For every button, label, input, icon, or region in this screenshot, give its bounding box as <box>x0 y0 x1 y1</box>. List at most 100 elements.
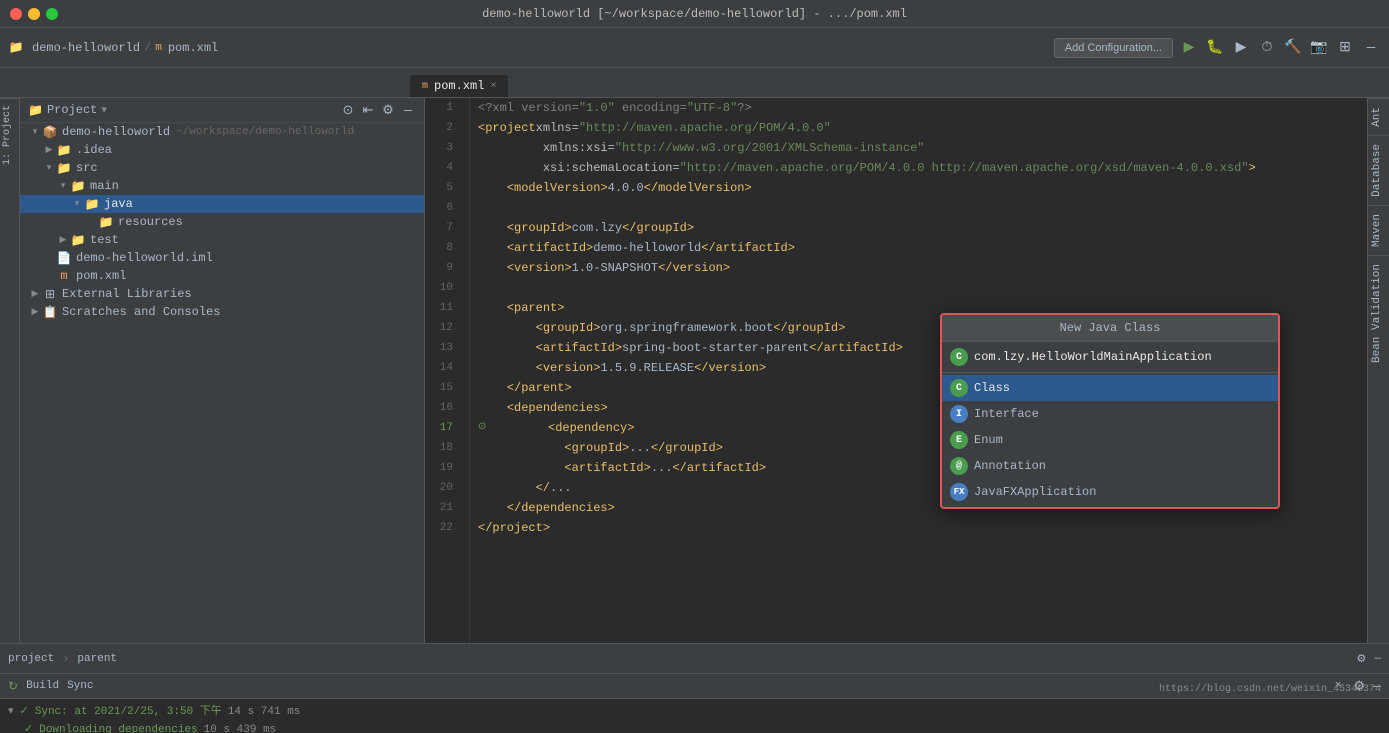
tree-label-root: demo-helloworld <box>62 125 170 139</box>
coverage-icon[interactable]: ▶ <box>1231 38 1251 58</box>
right-sidebar: Ant Database Maven Bean Validation <box>1367 98 1389 643</box>
build-item-2: ✓ Downloading dependencies 10 s 439 ms <box>8 721 1381 733</box>
status-breadcrumb-project: project <box>8 653 54 665</box>
layout-icon[interactable]: ⊞ <box>1335 38 1355 58</box>
right-tab-database[interactable]: Database <box>1368 135 1389 205</box>
popup-item-annotation[interactable]: @ Annotation <box>942 453 1278 479</box>
project-icon: 📁 <box>8 40 24 56</box>
line-num-2: 2 <box>425 118 461 138</box>
class-label: Class <box>974 381 1010 395</box>
tab-pom-xml[interactable]: m pom.xml × <box>410 75 508 97</box>
resources-folder-icon: 📁 <box>98 214 114 230</box>
line-num-11: 11 <box>425 298 461 318</box>
tree-item-scratches[interactable]: ▶ 📋 Scratches and Consoles <box>20 303 424 321</box>
line-num-16: 16 <box>425 398 461 418</box>
popup-item-enum[interactable]: E Enum <box>942 427 1278 453</box>
minimize-icon[interactable]: — <box>1361 38 1381 58</box>
tree-item-test[interactable]: ▶ 📁 test <box>20 231 424 249</box>
interface-icon: I <box>950 405 968 423</box>
tree-item-iml[interactable]: ▶ 📄 demo-helloworld.iml <box>20 249 424 267</box>
arrow-main: ▾ <box>56 179 70 193</box>
tree-item-idea[interactable]: ▶ 📁 .idea <box>20 141 424 159</box>
run-icon[interactable]: ▶ <box>1179 38 1199 58</box>
settings-icon[interactable]: ⚙ <box>380 102 396 118</box>
fx-label: JavaFXApplication <box>974 485 1096 499</box>
tree-label-extlibs: External Libraries <box>62 287 192 301</box>
status-breadcrumb-parent: parent <box>77 653 117 665</box>
tree-item-extlibs[interactable]: ▶ ⊞ External Libraries <box>20 285 424 303</box>
bottom-panel-content: ▾ ✓ Sync: at 2021/2/25, 3:50 下午 14 s 741… <box>0 699 1389 733</box>
line-num-12: 12 <box>425 318 461 338</box>
sync-tab[interactable]: Sync <box>67 680 93 692</box>
tab-close-icon[interactable]: × <box>490 81 496 92</box>
popup-item-class[interactable]: C Class <box>942 375 1278 401</box>
hide-icon[interactable]: — <box>400 102 416 118</box>
breadcrumb-area: 📁 demo-helloworld / m pom.xml <box>8 40 1048 56</box>
sidebar-tools: ⊙ ⇤ ⚙ — <box>340 102 416 118</box>
tree-item-java[interactable]: ▾ 📁 java <box>20 195 424 213</box>
title-bar: demo-helloworld [~/workspace/demo-hellow… <box>0 0 1389 28</box>
add-config-button[interactable]: Add Configuration... <box>1054 38 1173 58</box>
right-tab-ant[interactable]: Ant <box>1368 98 1389 135</box>
main-layout: 1: Project 📁 Project ▾ ⊙ ⇤ ⚙ — ▾ 📦 demo-… <box>0 98 1389 643</box>
build-tab[interactable]: Build <box>26 680 59 692</box>
build-text-1: Sync: at 2021/2/25, 3:50 下午 <box>35 703 222 721</box>
main-folder-icon: 📁 <box>70 178 86 194</box>
line-num-17: 17 <box>425 418 461 438</box>
checkmark-2: ✓ <box>24 721 33 733</box>
status-gear-icon[interactable]: ⚙ <box>1357 652 1367 666</box>
editor-area: 1 2 3 4 5 6 7 8 9 10 11 12 13 14 15 16 1… <box>425 98 1367 643</box>
line-num-10: 10 <box>425 278 461 298</box>
minimize-button[interactable] <box>28 8 40 20</box>
code-line-8: <artifactId>demo-helloworld</artifactId> <box>478 238 1367 258</box>
tree-label-test: test <box>90 233 119 247</box>
build-text-2: Downloading dependencies <box>39 721 197 733</box>
line-num-18: 18 <box>425 438 461 458</box>
tree-item-resources[interactable]: ▶ 📁 resources <box>20 213 424 231</box>
sidebar-dropdown-arrow[interactable]: ▾ <box>101 103 107 117</box>
tree-item-root[interactable]: ▾ 📦 demo-helloworld ~/workspace/demo-hel… <box>20 123 424 141</box>
breadcrumb-file[interactable]: pom.xml <box>168 41 218 55</box>
pom-file-icon: m <box>56 268 72 284</box>
tree-label-iml: demo-helloworld.iml <box>76 251 213 265</box>
arrow-src: ▾ <box>42 161 56 175</box>
collapse-icon[interactable]: ⇤ <box>360 102 376 118</box>
debug-icon[interactable]: 🐛 <box>1205 38 1225 58</box>
sync-icon[interactable]: ⊙ <box>340 102 356 118</box>
breadcrumb-project[interactable]: demo-helloworld <box>32 41 140 55</box>
left-tab-project[interactable]: 1: Project <box>0 98 19 171</box>
status-minus-icon[interactable]: — <box>1374 653 1381 665</box>
right-tab-bean-validation[interactable]: Bean Validation <box>1368 255 1389 371</box>
tree-item-main[interactable]: ▾ 📁 main <box>20 177 424 195</box>
idea-folder-icon: 📁 <box>56 142 72 158</box>
tree-item-src[interactable]: ▾ 📁 src <box>20 159 424 177</box>
tree-label-scratches: Scratches and Consoles <box>62 305 220 319</box>
right-tab-maven[interactable]: Maven <box>1368 205 1389 255</box>
tree-item-pom[interactable]: ▶ m pom.xml <box>20 267 424 285</box>
scratches-icon: 📋 <box>42 304 58 320</box>
window-controls[interactable] <box>10 8 58 20</box>
watermark: https://blog.csdn.net/weixin_45345374 <box>1159 684 1381 695</box>
arrow-scratches: ▶ <box>28 305 42 319</box>
popup-item-fx[interactable]: FX JavaFXApplication <box>942 479 1278 505</box>
profile-icon[interactable]: ⏱ <box>1257 38 1277 58</box>
line-num-14: 14 <box>425 358 461 378</box>
tree-label-src: src <box>76 161 98 175</box>
close-button[interactable] <box>10 8 22 20</box>
camera-icon[interactable]: 📷 <box>1309 38 1329 58</box>
maximize-button[interactable] <box>46 8 58 20</box>
line-num-22: 22 <box>425 518 461 538</box>
status-sep: › <box>62 652 69 666</box>
new-java-class-popup[interactable]: New Java Class C C Class I Interface <box>940 313 1280 509</box>
breadcrumb-sep: / <box>144 41 151 55</box>
sidebar-title: 📁 Project ▾ <box>28 103 107 118</box>
build-icon[interactable]: 🔨 <box>1283 38 1303 58</box>
build-arrow-1: ▾ <box>8 703 14 721</box>
class-name-input[interactable] <box>974 350 1270 364</box>
project-folder-icon: 📦 <box>42 124 58 140</box>
popup-item-interface[interactable]: I Interface <box>942 401 1278 427</box>
code-line-9: <version>1.0-SNAPSHOT</version> <box>478 258 1367 278</box>
code-line-7: <groupId>com.lzy</groupId> <box>478 218 1367 238</box>
code-line-4: xsi:schemaLocation="http://maven.apache.… <box>478 158 1367 178</box>
line-num-20: 20 <box>425 478 461 498</box>
